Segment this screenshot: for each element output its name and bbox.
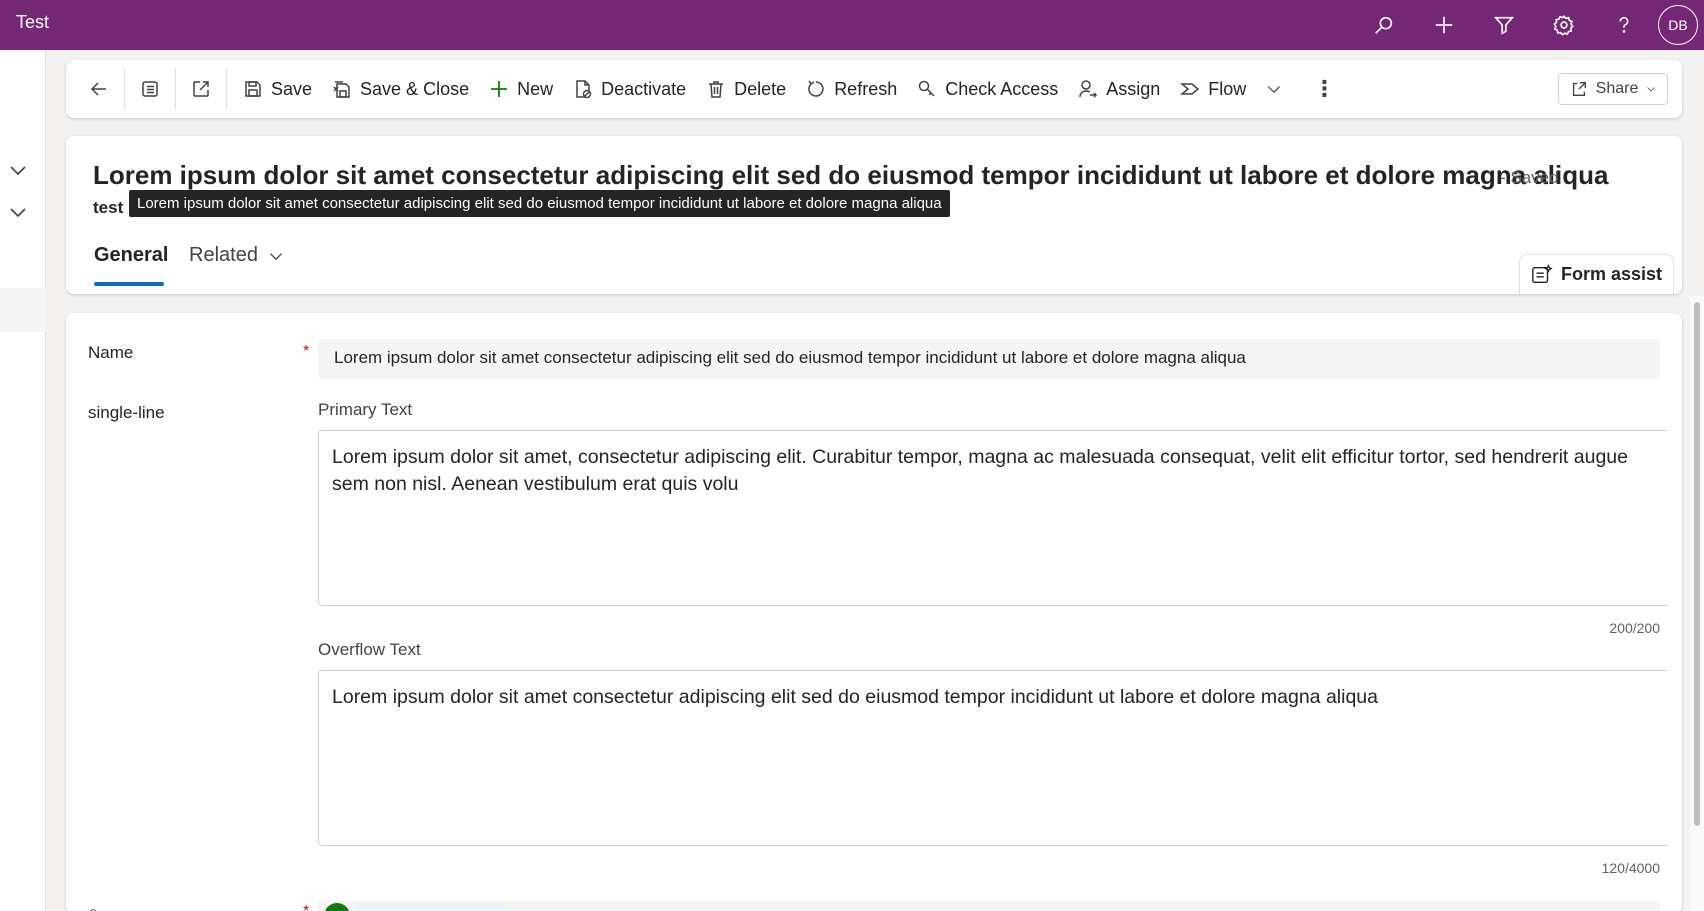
form-selector-button[interactable]: [131, 69, 169, 109]
single-line-label: single-line: [88, 403, 165, 422]
site-map-nav: [0, 50, 46, 911]
chevron-down-icon[interactable]: [8, 160, 30, 182]
key-search-icon: [918, 80, 935, 97]
trash-icon: [709, 81, 724, 98]
tab-general[interactable]: General: [94, 244, 168, 267]
form-section: Name * Lorem ipsum dolor sit amet consec…: [66, 313, 1682, 911]
lookup-chip[interactable]: [356, 905, 506, 911]
tab-related-label: Related: [189, 244, 258, 266]
form-assist-label: Form assist: [1560, 264, 1663, 284]
primary-text-label: Primary Text: [318, 400, 413, 419]
plus-icon[interactable]: [1414, 0, 1474, 50]
more-commands-button[interactable]: ⋮: [1306, 69, 1342, 109]
share-button[interactable]: Share: [1558, 73, 1668, 105]
chevron-down-icon: [269, 252, 282, 260]
delete-button[interactable]: Delete: [696, 69, 796, 109]
title-tooltip: Lorem ipsum dolor sit amet consectetur a…: [129, 190, 950, 217]
primary-char-counter: 200/200: [1609, 620, 1660, 636]
arrow-left-icon: [90, 82, 106, 96]
share-icon: [1572, 82, 1586, 96]
save-icon: [245, 81, 261, 97]
tab-related[interactable]: Related: [189, 244, 284, 267]
record-title: Lorem ipsum dolor sit amet consectetur a…: [93, 160, 1609, 190]
save-button[interactable]: Save: [233, 69, 322, 109]
deactivate-label: Deactivate: [601, 78, 687, 99]
nav-selected-item[interactable]: [0, 288, 46, 332]
refresh-icon: [808, 80, 824, 97]
chevron-down-icon: [1647, 87, 1656, 92]
tab-indicator: [94, 282, 164, 286]
primary-text-field[interactable]: Lorem ipsum dolor sit amet, consectetur …: [318, 430, 1668, 606]
app-header: Test DB: [0, 0, 1704, 50]
save-close-icon: [333, 81, 350, 98]
settings-icon[interactable]: [1534, 0, 1594, 50]
save-status: - Saved: [1500, 168, 1559, 187]
required-indicator: *: [303, 903, 309, 911]
tab-general-label: General: [94, 244, 169, 266]
share-label: Share: [1595, 80, 1639, 97]
chevron-down-icon: [1268, 86, 1281, 94]
header-actions: DB: [1354, 0, 1704, 50]
flow-label: Flow: [1208, 78, 1247, 99]
list-icon: [142, 81, 158, 97]
deactivate-button[interactable]: Deactivate: [563, 69, 696, 109]
required-indicator: *: [303, 343, 310, 360]
app-title[interactable]: Test: [16, 12, 49, 33]
divider: [124, 69, 125, 109]
help-icon[interactable]: [1594, 0, 1654, 50]
refresh-label: Refresh: [834, 78, 898, 99]
overflow-text-field[interactable]: Lorem ipsum dolor sit amet consectetur a…: [318, 670, 1668, 846]
assign-label: Assign: [1106, 78, 1161, 99]
save-close-label: Save & Close: [360, 78, 470, 99]
check-access-button[interactable]: Check Access: [907, 69, 1068, 109]
name-field[interactable]: Lorem ipsum dolor sit amet consectetur a…: [318, 339, 1660, 379]
save-close-button[interactable]: Save & Close: [322, 69, 479, 109]
record-header: Lorem ipsum dolor sit amet consectetur a…: [66, 136, 1682, 294]
back-button[interactable]: [80, 69, 118, 109]
deactivate-icon: [576, 80, 592, 99]
overflow-char-counter: 120/4000: [1601, 860, 1660, 876]
name-label: Name: [88, 343, 134, 362]
entity-name: test: [93, 198, 124, 217]
new-label: New: [517, 78, 554, 99]
assign-button[interactable]: Assign: [1068, 69, 1170, 109]
lookup-field[interactable]: [318, 901, 1660, 911]
next-field-label: ○: [88, 903, 98, 911]
user-avatar[interactable]: DB: [1658, 5, 1698, 45]
form-assist-icon: [1532, 263, 1553, 283]
scrollbar-thumb[interactable]: [1694, 302, 1700, 826]
refresh-button[interactable]: Refresh: [796, 69, 907, 109]
save-label: Save: [271, 78, 313, 99]
open-new-window-button[interactable]: [182, 69, 220, 109]
open-external-icon: [193, 81, 209, 97]
divider: [226, 69, 227, 109]
flow-icon: [1180, 83, 1200, 95]
person-arrow-icon: [1079, 80, 1098, 98]
check-access-label: Check Access: [945, 78, 1059, 99]
search-icon[interactable]: [1354, 0, 1414, 50]
overflow-text-label: Overflow Text: [318, 640, 421, 659]
page-scrollbar[interactable]: [1690, 296, 1704, 911]
chevron-down-icon[interactable]: [8, 202, 30, 224]
new-button[interactable]: New: [479, 69, 563, 109]
plus-icon: [491, 81, 508, 97]
form-assist-button[interactable]: Form assist: [1519, 254, 1674, 294]
command-bar: Save Save & Close New Deactivate Delete …: [66, 60, 1682, 118]
divider: [175, 69, 176, 109]
delete-label: Delete: [734, 78, 787, 99]
filter-icon[interactable]: [1474, 0, 1534, 50]
flow-button[interactable]: Flow: [1170, 69, 1292, 109]
